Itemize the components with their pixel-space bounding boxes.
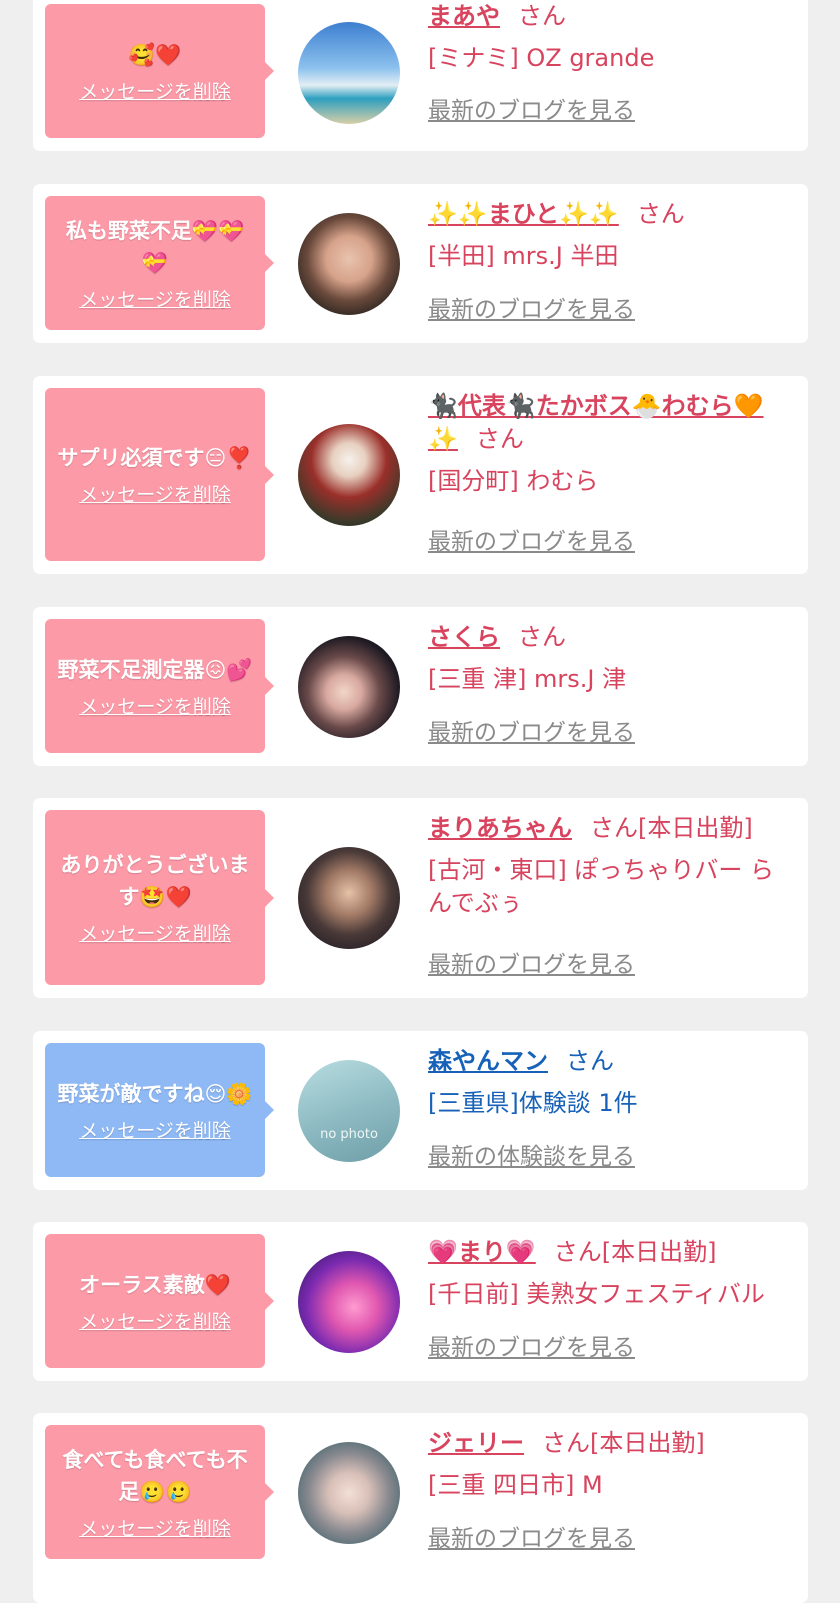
message-text: 🥰❤️ — [128, 42, 182, 67]
avatar[interactable] — [298, 424, 400, 526]
message-bubble: 食べても食べても不足🥲🥲 メッセージを削除 — [45, 1425, 274, 1559]
message-text: 野菜不足測定器😖💕 — [57, 657, 253, 682]
shop-name: [三重 四日市] M — [428, 1471, 603, 1499]
user-name-link[interactable]: ジェリー — [428, 1429, 524, 1457]
delete-message-button[interactable]: メッセージを削除 — [79, 919, 231, 946]
user-info: 森やんマン さん [三重県]体験談 1件 最新の体験談を見る — [428, 1045, 793, 1185]
latest-blog-link[interactable]: 最新のブログを見る — [428, 717, 635, 750]
honorific: さん — [636, 200, 685, 228]
shop-name: [国分町] わむら — [428, 467, 599, 495]
avatar[interactable] — [298, 847, 400, 949]
delete-message-button[interactable]: メッセージを削除 — [79, 480, 231, 507]
shop-name: [三重県]体験談 1件 — [428, 1089, 638, 1117]
message-bubble: 野菜不足測定器😖💕 メッセージを削除 — [45, 619, 274, 753]
message-bubble: オーラス素敵❤️ メッセージを削除 — [45, 1234, 274, 1368]
shop-name: [半田] mrs.J 半田 — [428, 242, 619, 270]
message-bubble: 野菜が敵ですね😌🌼 メッセージを削除 — [45, 1043, 274, 1177]
list-item: 食べても食べても不足🥲🥲 メッセージを削除 ジェリー さん[本日出勤] [三重 四… — [33, 1413, 808, 1603]
delete-message-button[interactable]: メッセージを削除 — [79, 285, 231, 312]
latest-review-link[interactable]: 最新の体験談を見る — [428, 1141, 635, 1174]
message-bubble: ありがとうございます🤩❤️ メッセージを削除 — [45, 810, 274, 985]
delete-message-button[interactable]: メッセージを削除 — [79, 692, 231, 719]
user-name-link[interactable]: まりあちゃん — [428, 814, 572, 842]
list-item: サプリ必須です😑❣️ メッセージを削除 🐈‍⬛代表🐈‍⬛たかボス🐣わむら🧡✨ さん… — [33, 376, 808, 574]
delete-message-button[interactable]: メッセージを削除 — [79, 77, 231, 104]
user-name-link[interactable]: 森やんマン — [428, 1047, 548, 1075]
user-name-link[interactable]: まあや — [428, 2, 500, 30]
latest-blog-link[interactable]: 最新のブログを見る — [428, 95, 635, 128]
user-info: 🐈‍⬛代表🐈‍⬛たかボス🐣わむら🧡✨ さん [国分町] わむら 最新のブログを見る — [428, 390, 793, 570]
list-item: 野菜不足測定器😖💕 メッセージを削除 さくら さん [三重 津] mrs.J 津 … — [33, 607, 808, 766]
message-text: 野菜が敵ですね😌🌼 — [57, 1081, 253, 1106]
latest-blog-link[interactable]: 最新のブログを見る — [428, 526, 635, 559]
avatar[interactable] — [298, 1442, 400, 1544]
user-info: 💗まり💗 さん[本日出勤] [千日前] 美熟女フェスティバル 最新のブログを見る — [428, 1236, 793, 1376]
user-info: まりあちゃん さん[本日出勤] [古河・東口] ぽっちゃりバー らんでぶぅ 最新の… — [428, 812, 793, 992]
honorific: さん[本日出勤] — [590, 814, 753, 842]
honorific: さん — [518, 2, 566, 30]
avatar[interactable] — [298, 1251, 400, 1353]
message-text: 食べても食べても不足🥲🥲 — [62, 1447, 248, 1504]
list-item: 私も野菜不足💝💝💝 メッセージを削除 ✨✨まひと✨✨ さん [半田] mrs.J … — [33, 184, 808, 343]
list-item: 🥰❤️ メッセージを削除 まあや さん [ミナミ] OZ grande 最新のブロ… — [33, 0, 808, 151]
latest-blog-link[interactable]: 最新のブログを見る — [428, 1332, 635, 1365]
message-text: サプリ必須です😑❣️ — [57, 446, 253, 470]
message-text: ありがとうございます🤩❤️ — [60, 853, 250, 909]
user-name-link[interactable]: 💗まり💗 — [428, 1238, 536, 1266]
user-info: ✨✨まひと✨✨ さん [半田] mrs.J 半田 最新のブログを見る — [428, 198, 793, 338]
honorific: さん — [475, 425, 524, 453]
shop-name: [ミナミ] OZ grande — [428, 44, 655, 72]
honorific: さん — [518, 623, 566, 651]
honorific: さん[本日出勤] — [553, 1238, 717, 1266]
honorific: さん[本日出勤] — [542, 1429, 705, 1457]
delete-message-button[interactable]: メッセージを削除 — [79, 1514, 231, 1541]
latest-blog-link[interactable]: 最新のブログを見る — [428, 1523, 635, 1556]
avatar[interactable]: no photo — [298, 1060, 400, 1162]
message-bubble: 私も野菜不足💝💝💝 メッセージを削除 — [45, 196, 274, 330]
honorific: さん — [566, 1047, 614, 1075]
message-text: オーラス素敵❤️ — [79, 1272, 231, 1297]
user-info: さくら さん [三重 津] mrs.J 津 最新のブログを見る — [428, 621, 793, 761]
user-info: ジェリー さん[本日出勤] [三重 四日市] M 最新のブログを見る — [428, 1427, 793, 1567]
message-list: 🥰❤️ メッセージを削除 まあや さん [ミナミ] OZ grande 最新のブロ… — [0, 0, 840, 1603]
avatar[interactable] — [298, 22, 400, 124]
avatar[interactable] — [298, 213, 400, 315]
latest-blog-link[interactable]: 最新のブログを見る — [428, 949, 635, 982]
list-item: オーラス素敵❤️ メッセージを削除 💗まり💗 さん[本日出勤] [千日前] 美熟女… — [33, 1222, 808, 1381]
user-info: まあや さん [ミナミ] OZ grande 最新のブログを見る — [428, 0, 793, 151]
no-photo-label: no photo — [320, 1127, 378, 1142]
delete-message-button[interactable]: メッセージを削除 — [79, 1116, 231, 1143]
message-bubble: 🥰❤️ メッセージを削除 — [45, 4, 274, 138]
user-name-link[interactable]: さくら — [428, 623, 500, 651]
list-item: ありがとうございます🤩❤️ メッセージを削除 まりあちゃん さん[本日出勤] [古… — [33, 798, 808, 998]
message-text: 私も野菜不足💝💝💝 — [65, 218, 245, 275]
message-bubble: サプリ必須です😑❣️ メッセージを削除 — [45, 388, 274, 561]
shop-name: [千日前] 美熟女フェスティバル — [428, 1280, 765, 1308]
avatar[interactable] — [298, 636, 400, 738]
delete-message-button[interactable]: メッセージを削除 — [79, 1307, 231, 1334]
latest-blog-link[interactable]: 最新のブログを見る — [428, 294, 635, 327]
shop-name: [古河・東口] ぽっちゃりバー らんでぶぅ — [428, 856, 774, 917]
list-item: 野菜が敵ですね😌🌼 メッセージを削除 no photo 森やんマン さん [三重県… — [33, 1031, 808, 1190]
user-name-link[interactable]: ✨✨まひと✨✨ — [428, 200, 619, 228]
shop-name: [三重 津] mrs.J 津 — [428, 665, 627, 693]
